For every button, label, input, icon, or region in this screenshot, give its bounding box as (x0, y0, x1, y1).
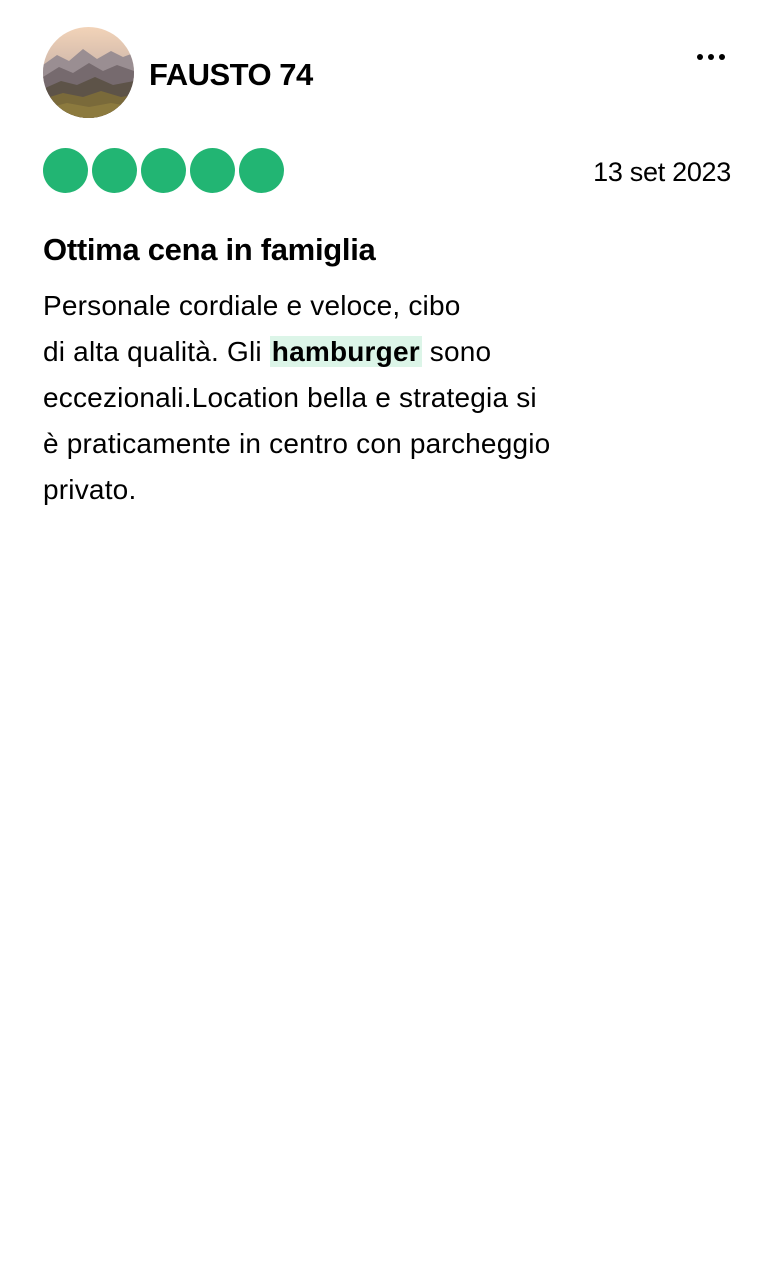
more-horizontal-icon (697, 54, 703, 60)
rating-row: 13 set 2023 (43, 148, 733, 196)
rating-bubble-icon (141, 148, 186, 193)
rating-bubbles (43, 148, 284, 193)
rating-bubble-icon (92, 148, 137, 193)
mountain-landscape-avatar-icon (43, 27, 134, 118)
more-horizontal-icon (708, 54, 714, 60)
rating-bubble-icon (43, 148, 88, 193)
highlighted-keyword: hamburger (269, 336, 422, 367)
rating-bubble-icon (239, 148, 284, 193)
username[interactable]: FAUSTO 74 (149, 57, 313, 93)
review-title: Ottima cena in famiglia (43, 232, 376, 267)
review-date: 13 set 2023 (593, 157, 731, 187)
review-body: Personale cordiale e veloce, cibo di alt… (43, 283, 693, 513)
review-body-line: eccezionali.Location bella e strategia s… (43, 382, 537, 413)
review-body-text: sono (421, 336, 492, 367)
review-body-line: privato. (43, 474, 137, 505)
review-body-text: di alta qualità. Gli (43, 336, 270, 367)
rating-bubble-icon (190, 148, 235, 193)
review-header: FAUSTO 74 (43, 27, 733, 119)
more-options-button[interactable] (689, 41, 733, 73)
avatar[interactable] (43, 27, 134, 118)
review-body-line: Personale cordiale e veloce, cibo (43, 290, 461, 321)
more-horizontal-icon (719, 54, 725, 60)
review-body-line: è praticamente in centro con parcheggio (43, 428, 551, 459)
review-body-line: di alta qualità. Gli hamburger sono (43, 329, 693, 375)
